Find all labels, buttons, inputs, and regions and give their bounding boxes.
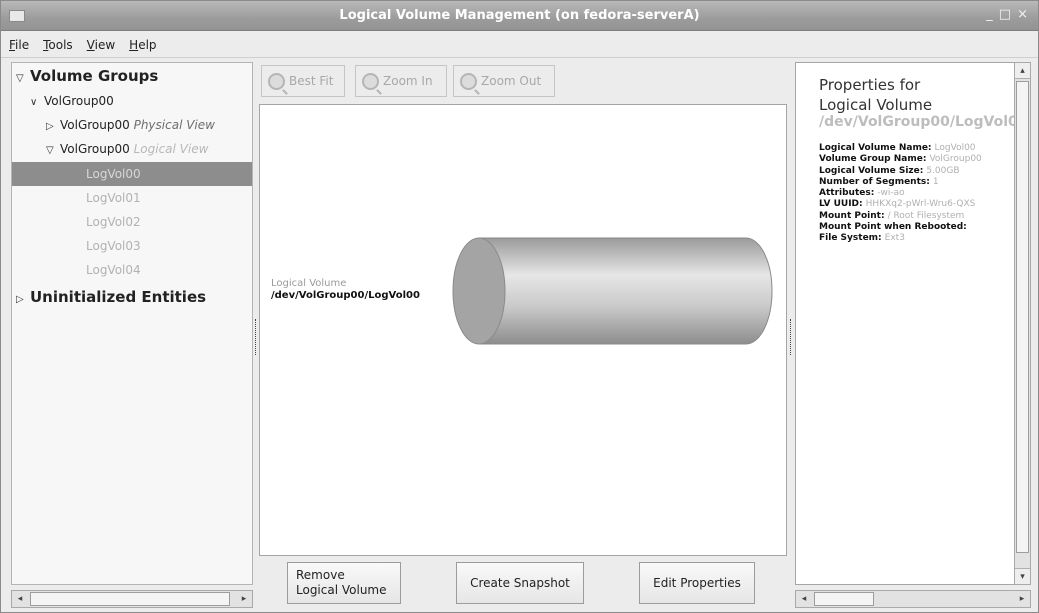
create-snapshot-button[interactable]: Create Snapshot (456, 562, 584, 604)
chevron-down-icon[interactable]: ∨ (30, 91, 44, 115)
tree-item-lv[interactable]: LogVol03 (12, 234, 252, 258)
property-row: Number of Segments: 1 (819, 176, 939, 187)
logical-view-label: Logical View (133, 142, 209, 156)
scroll-right-icon[interactable]: ▸ (236, 591, 252, 607)
zoom-out-icon (460, 72, 477, 90)
tree-item-logical-view[interactable]: ▽ VolGroup00 Logical View (46, 137, 286, 161)
window-title: Logical Volume Management (on fedora-ser… (339, 8, 700, 23)
scroll-up-icon[interactable]: ▴ (1015, 63, 1030, 79)
tree-item-lv-selected[interactable]: LogVol00 (12, 162, 252, 186)
zoom-in-button[interactable]: Zoom In (355, 65, 447, 97)
close-icon[interactable]: × (1017, 7, 1028, 22)
remove-lv-button[interactable]: Remove Logical Volume (287, 562, 401, 604)
expander-open-icon[interactable]: ▽ (46, 139, 60, 163)
right-vertical-scrollbar[interactable]: ▴ ▾ (1014, 62, 1031, 585)
tree-item-physical-view[interactable]: ▷ VolGroup00 Physical View (46, 113, 286, 137)
expander-open-icon[interactable]: ▽ (16, 67, 30, 91)
expander-closed-icon[interactable]: ▷ (16, 288, 30, 312)
property-row: LV UUID: HHKXq2-pWrl-Wru6-QXS (819, 199, 976, 210)
menu-help[interactable]: Help (129, 38, 156, 52)
properties-title: Properties for Logical Volume (819, 76, 933, 114)
scrollbar-thumb[interactable] (814, 592, 874, 606)
zoom-in-icon (362, 72, 379, 90)
property-row: Attributes: -wi-ao (819, 188, 905, 199)
edit-properties-button[interactable]: Edit Properties (639, 562, 755, 604)
expander-closed-icon[interactable]: ▷ (46, 115, 60, 139)
best-fit-button[interactable]: Best Fit (261, 65, 345, 97)
property-row: Mount Point: / Root Filesystem (819, 210, 965, 221)
app-window: Logical Volume Management (on fedora-ser… (0, 0, 1039, 613)
scroll-left-icon[interactable]: ◂ (796, 591, 812, 607)
minimize-icon[interactable]: _ (986, 7, 993, 22)
volume-tree: ▽ Volume Groups ∨ VolGroup00 ▷ VolGroup00 P… (11, 62, 253, 585)
properties-list: Logical Volume Name: LogVol00 Volume Grou… (819, 143, 982, 245)
property-row: Mount Point when Rebooted: (819, 222, 967, 233)
scroll-right-icon[interactable]: ▸ (1014, 591, 1030, 607)
scrollbar-thumb[interactable] (1016, 81, 1029, 553)
scroll-down-icon[interactable]: ▾ (1015, 568, 1030, 584)
tree-item-uninitialized[interactable]: ▷ Uninitialized Entities (16, 285, 256, 309)
title-bar: Logical Volume Management (on fedora-ser… (1, 1, 1038, 31)
tree-item-vg[interactable]: ∨ VolGroup00 (30, 89, 270, 113)
lv-cylinder[interactable] (260, 105, 788, 557)
properties-panel: Properties for Logical Volume /dev/VolGr… (795, 62, 1031, 585)
menu-tools[interactable]: Tools (43, 38, 73, 52)
physical-view-label: Physical View (133, 118, 215, 132)
properties-path: /dev/VolGroup00/LogVol00 (819, 114, 1028, 130)
left-horizontal-scrollbar[interactable]: ◂ ▸ (11, 590, 253, 608)
menu-bar: File Tools View Help (1, 32, 1038, 58)
property-row: Logical Volume Name: LogVol00 (819, 143, 976, 153)
window-controls: _ □ × (986, 7, 1028, 22)
right-horizontal-scrollbar[interactable]: ◂ ▸ (795, 590, 1031, 608)
property-row: Volume Group Name: VolGroup00 (819, 154, 982, 165)
left-pane-splitter[interactable] (255, 319, 258, 355)
menu-view[interactable]: View (87, 38, 115, 52)
right-pane-splitter[interactable] (790, 319, 793, 355)
tree-item-lv[interactable]: LogVol04 (12, 258, 252, 282)
tree-item-volume-groups[interactable]: ▽ Volume Groups (16, 64, 256, 88)
volume-canvas[interactable]: Logical Volume /dev/VolGroup00/LogVol00 (259, 104, 787, 556)
scroll-left-icon[interactable]: ◂ (12, 591, 28, 607)
magnifier-icon (268, 72, 285, 90)
maximize-icon[interactable]: □ (999, 7, 1011, 22)
property-row: File System: Ext3 (819, 233, 905, 244)
tree-item-lv[interactable]: LogVol02 (12, 210, 252, 234)
property-row: Logical Volume Size: 5.00GB (819, 165, 960, 176)
tree-item-lv[interactable]: LogVol01 (12, 186, 252, 210)
scrollbar-thumb[interactable] (30, 592, 230, 606)
menu-file[interactable]: File (9, 38, 29, 52)
zoom-out-button[interactable]: Zoom Out (453, 65, 555, 97)
